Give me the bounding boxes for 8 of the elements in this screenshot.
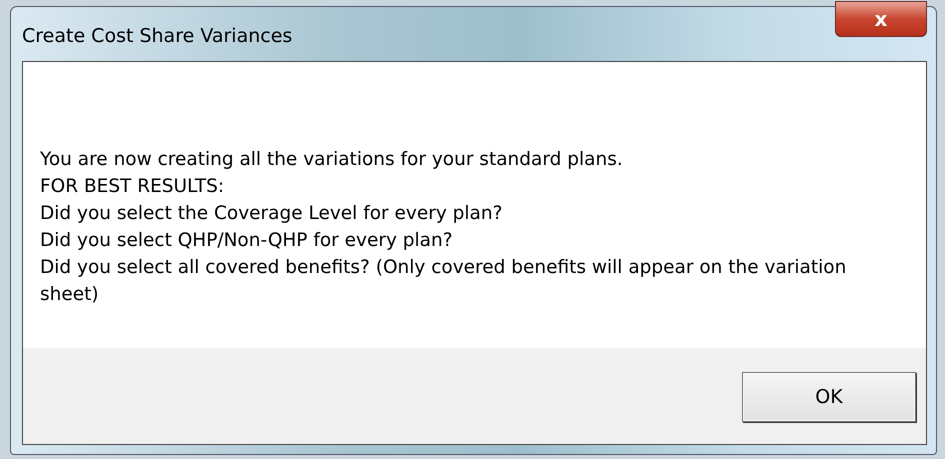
close-button[interactable]: x xyxy=(835,1,927,37)
message-text: Did you select QHP/Non-QHP for every plan? xyxy=(40,229,454,253)
message-text: FOR BEST RESULTS: xyxy=(40,175,226,199)
message-text: Did you select the Coverage Level for every plan? xyxy=(40,202,504,226)
message-text: Did you select all covered benefits? (Only covered benefits will appear on the variation sheet) xyxy=(40,256,848,307)
ok-button[interactable]: OK xyxy=(742,372,916,422)
message-text: You are now creating all the variations for your standard plans. xyxy=(40,148,624,172)
window-title: Create Cost Share Variances xyxy=(22,25,292,47)
